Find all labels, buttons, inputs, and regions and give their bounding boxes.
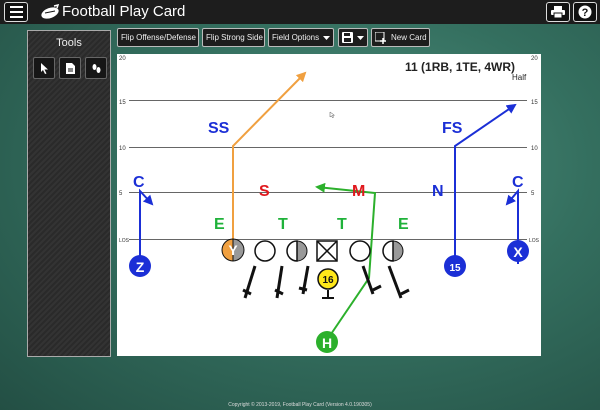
c-right-label[interactable]: C [512,175,524,191]
fs-route [454,103,517,261]
e-right-label[interactable]: E [398,217,409,233]
z-route [139,188,154,264]
s-label[interactable]: S [259,184,270,200]
tools-panel: Tools [27,30,111,357]
help-icon: ? [578,5,592,19]
m-label[interactable]: M [352,184,365,200]
right-guard-marker [349,240,371,262]
save-dropdown-button[interactable] [338,28,368,47]
app-logo-icon [41,4,60,19]
flip-offense-defense-button[interactable]: Flip Offense/Defense [117,28,199,47]
field-options-label: Field Options [272,33,320,42]
h-player-label[interactable]: H [320,335,334,351]
play-routes-layer [129,71,529,353]
left-guard-marker [296,240,308,262]
print-button[interactable] [546,2,570,22]
qb-player-label[interactable]: 16 [320,273,336,289]
field-options-dropdown[interactable]: Field Options [268,28,334,47]
tools-title: Tools [56,37,82,49]
blocking-line [361,265,375,295]
right-tackle-marker [382,240,394,262]
right-tackle-marker [392,240,404,262]
blocking-line [400,288,410,296]
chevron-down-icon [357,36,364,40]
formation-tool-button[interactable] [85,57,107,79]
cursor-icon [329,111,336,119]
top-bar: Football Play Card ? [0,0,600,24]
help-button[interactable]: ? [573,2,597,22]
document-tool-button[interactable] [59,57,81,79]
z-player-label[interactable]: Z [133,259,147,275]
floppy-disk-icon [342,32,353,43]
play-field[interactable]: 20 20 15 15 10 10 5 5 LOS LOS 11 (1RB, 1… [117,54,541,356]
wr15-player-label[interactable]: 15 [447,261,463,277]
blocking-line [298,286,308,292]
new-card-label: New Card [391,33,427,42]
menu-icon-bar [9,6,23,8]
x-player-label[interactable]: X [511,244,525,260]
fs-label[interactable]: FS [442,121,462,137]
blocking-line [242,288,252,296]
menu-icon-bar [9,16,23,18]
y-player-label[interactable]: Y [227,242,239,258]
select-tool-button[interactable] [33,57,55,79]
h-route [315,182,377,341]
copyright-text: Copyright © 2013-2019, Football Play Car… [228,402,372,408]
n-label[interactable]: N [432,184,444,200]
svg-text:?: ? [582,7,589,19]
blocking-line [372,284,382,292]
new-card-button[interactable]: New Card [371,28,430,47]
left-tackle-marker [254,240,276,262]
y-route [232,71,307,244]
chevron-down-icon [323,36,330,40]
left-guard-marker [286,240,298,262]
blocking-line [274,288,284,296]
menu-button[interactable] [4,2,28,22]
document-icon [65,62,75,74]
app-title: Football Play Card [62,3,186,20]
c-left-label[interactable]: C [133,175,145,191]
t-left-label[interactable]: T [278,217,288,233]
new-card-icon [375,32,386,44]
flip-strong-side-button[interactable]: Flip Strong Side [202,28,265,47]
printer-icon [551,6,565,18]
blocking-line [387,265,403,299]
ss-label[interactable]: SS [208,121,229,137]
t-right-label[interactable]: T [337,217,347,233]
pointer-icon [40,62,48,74]
footprints-icon [92,63,100,73]
e-left-label[interactable]: E [214,217,225,233]
menu-icon-bar [9,11,23,13]
